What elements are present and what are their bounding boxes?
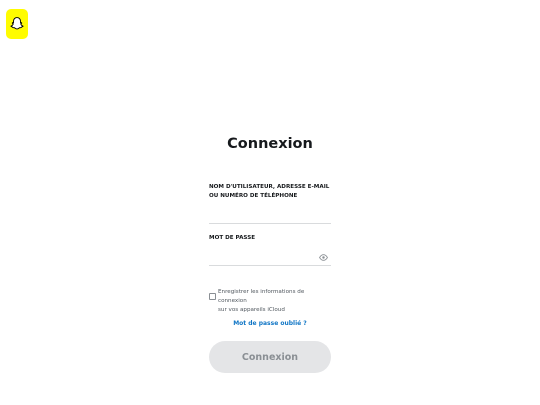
snapchat-logo[interactable] [6,9,28,39]
password-label: MOT DE PASSE [209,235,256,241]
remember-label-line1: Enregistrer les informations de connexio… [218,289,305,304]
username-label: NOM D'UTILISATEUR, ADRESSE E-MAIL OU NUM… [209,183,331,201]
login-button[interactable]: Connexion [209,341,331,373]
remember-label: Enregistrer les informations de connexio… [218,288,333,315]
username-label-line1: NOM D'UTILISATEUR, ADRESSE E-MAIL [209,184,330,190]
remember-label-line2: sur vos appareils iCloud [218,307,285,313]
username-input[interactable] [209,209,331,224]
username-label-line2: OU NUMÉRO DE TÉLÉPHONE [209,193,298,199]
forgot-password-link[interactable]: Mot de passe oublié ? [209,320,331,327]
remember-checkbox[interactable] [209,293,216,300]
eye-icon[interactable] [319,253,328,262]
snapchat-ghost-icon [10,17,24,30]
page-title: Connexion [227,136,313,152]
password-input[interactable] [209,251,331,266]
